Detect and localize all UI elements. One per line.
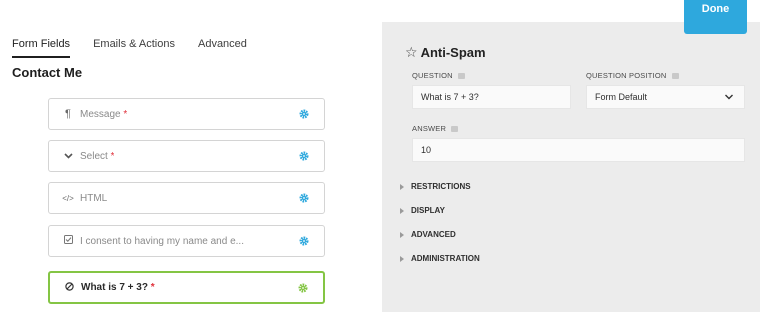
field-select[interactable]: Select * bbox=[48, 140, 325, 172]
panel-title: ☆ Anti-Spam bbox=[405, 44, 486, 60]
field-html[interactable]: </> HTML bbox=[48, 182, 325, 214]
tab-advanced[interactable]: Advanced bbox=[198, 38, 247, 58]
section-restrictions[interactable]: RESTRICTIONS bbox=[400, 182, 471, 191]
gear-icon[interactable] bbox=[299, 151, 309, 161]
gear-icon[interactable] bbox=[299, 193, 309, 203]
field-consent[interactable]: I consent to having my name and e... bbox=[48, 225, 325, 257]
field-label: Message * bbox=[80, 108, 128, 120]
section-display[interactable]: DISPLAY bbox=[400, 206, 445, 215]
star-icon: ☆ bbox=[405, 44, 418, 60]
answer-label: ANSWER bbox=[412, 124, 459, 133]
ban-icon bbox=[59, 281, 79, 294]
checkbox-icon bbox=[58, 235, 78, 247]
gear-icon[interactable] bbox=[299, 236, 309, 246]
tab-form-fields[interactable]: Form Fields bbox=[12, 38, 71, 58]
field-anti-spam[interactable]: What is 7 + 3? * bbox=[48, 271, 325, 304]
question-label: QUESTION bbox=[412, 71, 465, 80]
answer-input[interactable]: 10 bbox=[412, 138, 745, 162]
gear-icon[interactable] bbox=[298, 283, 308, 293]
field-message[interactable]: ¶ Message * bbox=[48, 98, 325, 130]
gear-icon[interactable] bbox=[299, 109, 309, 119]
help-icon bbox=[671, 72, 679, 79]
expand-arrow-icon bbox=[400, 207, 404, 214]
field-settings-panel: ☆ Anti-Spam QUESTION What is 7 + 3? QUES… bbox=[382, 22, 760, 312]
chevron-down-icon bbox=[58, 150, 78, 162]
expand-arrow-icon bbox=[400, 255, 404, 262]
expand-arrow-icon bbox=[400, 231, 404, 238]
question-input[interactable]: What is 7 + 3? bbox=[412, 85, 571, 109]
form-title: Contact Me bbox=[12, 65, 83, 80]
field-label: What is 7 + 3? * bbox=[81, 282, 155, 293]
question-position-label: QUESTION POSITION bbox=[586, 71, 679, 80]
field-label: Select * bbox=[80, 150, 115, 162]
field-label: HTML bbox=[80, 192, 108, 204]
expand-arrow-icon bbox=[400, 183, 404, 190]
done-button[interactable]: Done bbox=[684, 0, 747, 34]
chevron-down-icon bbox=[725, 94, 733, 100]
section-advanced[interactable]: ADVANCED bbox=[400, 230, 456, 239]
help-icon bbox=[457, 72, 465, 79]
tab-emails-actions[interactable]: Emails & Actions bbox=[93, 38, 175, 58]
section-administration[interactable]: ADMINISTRATION bbox=[400, 254, 480, 263]
builder-tabs: Form Fields Emails & Actions Advanced bbox=[12, 38, 270, 58]
field-label: I consent to having my name and e... bbox=[80, 235, 244, 247]
paragraph-icon: ¶ bbox=[65, 108, 71, 120]
question-position-select[interactable]: Form Default bbox=[586, 85, 745, 109]
code-icon: </> bbox=[62, 193, 74, 203]
help-icon bbox=[451, 125, 459, 132]
